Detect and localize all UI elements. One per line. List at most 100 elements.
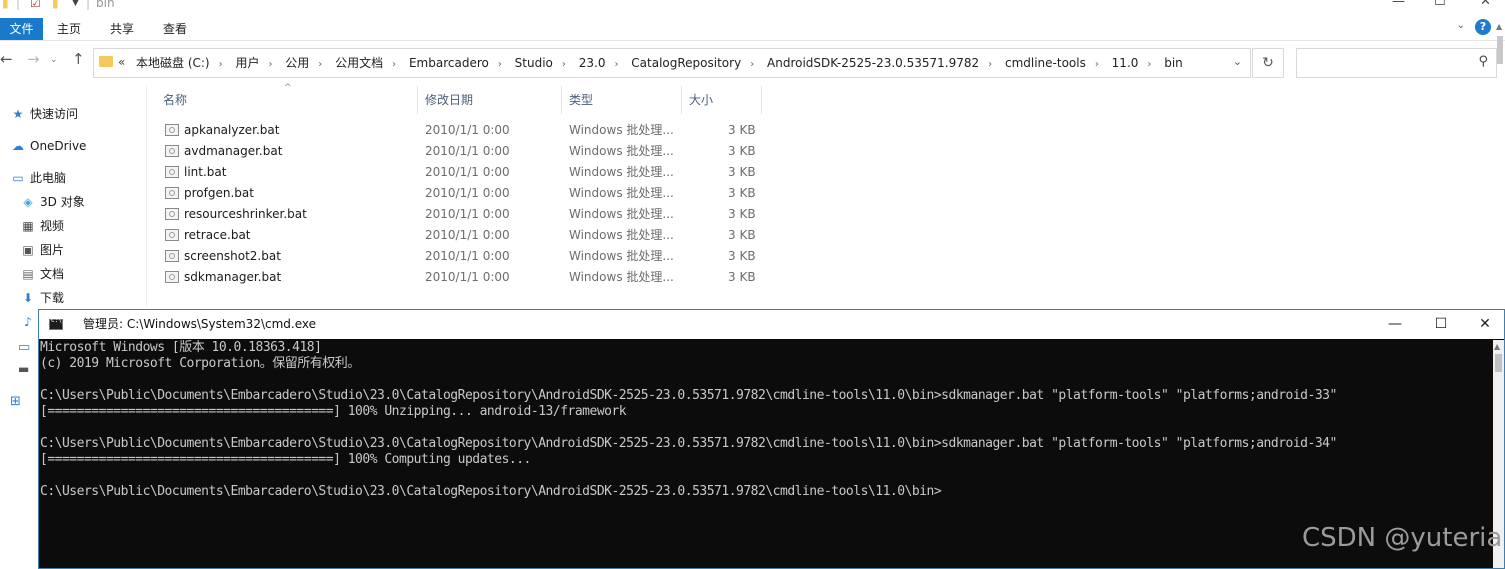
chevron-right-icon[interactable]: › bbox=[219, 59, 223, 70]
file-name: screenshot2.bat bbox=[184, 249, 281, 263]
chevron-right-icon[interactable]: › bbox=[614, 59, 618, 70]
search-input[interactable]: ⚲ bbox=[1296, 48, 1497, 78]
chevron-right-icon[interactable]: › bbox=[268, 59, 272, 70]
recent-locations-icon[interactable]: ⌄ bbox=[50, 55, 58, 65]
close-button[interactable]: ✕ bbox=[1480, 0, 1491, 9]
nav-item-documents[interactable]: ▤ 文档 bbox=[20, 264, 64, 284]
nav-item-downloads[interactable]: ⬇ 下载 bbox=[20, 288, 64, 308]
nav-item-this-pc[interactable]: ▭ 此电脑 bbox=[10, 168, 66, 188]
forward-arrow-icon[interactable]: → bbox=[27, 50, 40, 68]
scroll-thumb[interactable] bbox=[1497, 36, 1503, 64]
cmd-window[interactable]: 管理员: C:\Windows\System32\cmd.exe — ☐ ✕ M… bbox=[38, 309, 1505, 569]
chevron-right-icon[interactable]: › bbox=[498, 59, 502, 70]
tab-home[interactable]: 主页 bbox=[57, 18, 81, 40]
chevron-right-icon[interactable]: › bbox=[750, 59, 754, 70]
tab-file[interactable]: 文件 bbox=[0, 18, 43, 40]
file-size: 3 KB bbox=[728, 186, 756, 200]
ribbon-expand-icon[interactable]: ⌄ bbox=[1457, 20, 1465, 31]
chevron-right-icon[interactable]: › bbox=[1095, 59, 1099, 70]
chevron-right-icon[interactable]: › bbox=[988, 59, 992, 70]
batch-file-icon bbox=[165, 250, 179, 262]
back-arrow-icon[interactable]: ← bbox=[0, 50, 13, 68]
nav-item-onedrive[interactable]: ☁ OneDrive bbox=[10, 136, 86, 156]
breadcrumb-item[interactable]: cmdline-tools bbox=[1005, 56, 1086, 70]
network-icon[interactable]: ⊞ bbox=[10, 394, 21, 409]
breadcrumb-item[interactable]: bin bbox=[1164, 56, 1183, 70]
file-size: 3 KB bbox=[728, 249, 756, 263]
chevron-right-icon[interactable]: › bbox=[562, 59, 566, 70]
desktop-icon[interactable]: ▭ bbox=[18, 340, 30, 355]
breadcrumb-item[interactable]: 公用 bbox=[285, 56, 309, 70]
cmd-minimize-button[interactable]: — bbox=[1372, 310, 1418, 339]
cmd-title-bar[interactable]: 管理员: C:\Windows\System32\cmd.exe — ☐ ✕ bbox=[39, 310, 1504, 339]
list-item[interactable]: screenshot2.bat 2010/1/1 0:00 Windows 批处… bbox=[156, 246, 766, 267]
file-date: 2010/1/1 0:00 bbox=[425, 270, 510, 284]
new-folder-icon[interactable]: ▮ bbox=[52, 0, 59, 10]
batch-file-icon bbox=[165, 187, 179, 199]
file-date: 2010/1/1 0:00 bbox=[425, 228, 510, 242]
customize-quick-access-icon[interactable]: ▼ bbox=[72, 0, 79, 10]
breadcrumb-item[interactable]: 用户 bbox=[235, 56, 259, 70]
terminal-icon bbox=[49, 317, 63, 330]
refresh-icon[interactable]: ↻ bbox=[1252, 48, 1284, 78]
up-arrow-icon[interactable]: ↑ bbox=[72, 50, 85, 68]
address-dropdown-icon[interactable]: ⌄ bbox=[1233, 55, 1242, 68]
nav-item-3d-objects[interactable]: ◈ 3D 对象 bbox=[20, 192, 84, 212]
cmd-maximize-button[interactable]: ☐ bbox=[1418, 310, 1464, 339]
nav-item-videos[interactable]: ▦ 视频 bbox=[20, 216, 64, 236]
list-item[interactable]: lint.bat 2010/1/1 0:00 Windows 批处理... 3 … bbox=[156, 162, 766, 183]
pane-divider[interactable] bbox=[146, 86, 147, 306]
terminal-output[interactable]: Microsoft Windows [版本 10.0.18363.418] (c… bbox=[39, 340, 1494, 568]
breadcrumb-item[interactable]: Studio bbox=[515, 56, 553, 70]
cmd-close-button[interactable]: ✕ bbox=[1462, 310, 1505, 339]
file-date: 2010/1/1 0:00 bbox=[425, 249, 510, 263]
list-item[interactable]: apkanalyzer.bat 2010/1/1 0:00 Windows 批处… bbox=[156, 120, 766, 141]
breadcrumb-item[interactable]: 11.0 bbox=[1112, 56, 1139, 70]
list-item[interactable]: retrace.bat 2010/1/1 0:00 Windows 批处理...… bbox=[156, 225, 766, 246]
file-name: sdkmanager.bat bbox=[184, 270, 282, 284]
breadcrumb: 本地磁盘 (C:) › 用户 › 公用 › 公用文档 › Embarcadero › St… bbox=[136, 49, 1183, 77]
column-header-type[interactable]: 类型 bbox=[562, 86, 682, 114]
file-date: 2010/1/1 0:00 bbox=[425, 165, 510, 179]
chevron-right-icon[interactable]: › bbox=[1147, 59, 1151, 70]
chevron-right-icon[interactable]: › bbox=[318, 59, 322, 70]
breadcrumb-item[interactable]: CatalogRepository bbox=[631, 56, 741, 70]
help-icon[interactable]: ? bbox=[1475, 19, 1491, 35]
nav-item-music[interactable]: ♪ bbox=[20, 312, 40, 332]
nav-item-quick-access[interactable]: ★ 快速访问 bbox=[10, 104, 78, 124]
column-header-date[interactable]: 修改日期 bbox=[418, 86, 562, 114]
minimize-button[interactable]: — bbox=[1392, 0, 1405, 9]
tab-view[interactable]: 查看 bbox=[163, 18, 187, 40]
file-date: 2010/1/1 0:00 bbox=[425, 186, 510, 200]
address-overflow-icon[interactable]: « bbox=[118, 55, 125, 69]
column-header-size[interactable]: 大小 bbox=[682, 86, 762, 114]
tab-share[interactable]: 共享 bbox=[110, 18, 134, 40]
scroll-up-icon[interactable]: ▲ bbox=[1496, 22, 1502, 31]
nav-item-pictures[interactable]: ▣ 图片 bbox=[20, 240, 64, 260]
maximize-button[interactable]: ☐ bbox=[1434, 0, 1446, 9]
search-icon: ⚲ bbox=[1478, 54, 1488, 69]
batch-file-icon bbox=[165, 145, 179, 157]
column-header-name[interactable]: 名称 bbox=[156, 86, 418, 114]
properties-check-icon[interactable]: ☑ bbox=[30, 0, 41, 10]
drive-icon[interactable]: ▬ bbox=[18, 362, 29, 376]
list-item[interactable]: sdkmanager.bat 2010/1/1 0:00 Windows 批处理… bbox=[156, 267, 766, 288]
breadcrumb-item[interactable]: 本地磁盘 (C:) bbox=[136, 56, 210, 70]
breadcrumb-item[interactable]: Embarcadero bbox=[409, 56, 489, 70]
separator: | bbox=[16, 0, 21, 10]
scroll-thumb[interactable] bbox=[1495, 354, 1502, 372]
breadcrumb-item[interactable]: 公用文档 bbox=[335, 56, 383, 70]
list-item[interactable]: profgen.bat 2010/1/1 0:00 Windows 批处理...… bbox=[156, 183, 766, 204]
file-type: Windows 批处理... bbox=[569, 123, 674, 137]
terminal-line: [=======================================… bbox=[40, 404, 627, 419]
list-item[interactable]: avdmanager.bat 2010/1/1 0:00 Windows 批处理… bbox=[156, 141, 766, 162]
chevron-right-icon[interactable]: › bbox=[392, 59, 396, 70]
list-item[interactable]: resourceshrinker.bat 2010/1/1 0:00 Windo… bbox=[156, 204, 766, 225]
terminal-line: Microsoft Windows [版本 10.0.18363.418] bbox=[40, 340, 322, 355]
file-type: Windows 批处理... bbox=[569, 207, 674, 221]
breadcrumb-item[interactable]: 23.0 bbox=[579, 56, 606, 70]
explorer-scrollbar[interactable]: ▲ bbox=[1495, 22, 1505, 122]
breadcrumb-item[interactable]: AndroidSDK-2525-23.0.53571.9782 bbox=[767, 56, 979, 70]
scroll-up-icon[interactable]: ▲ bbox=[1494, 342, 1500, 351]
address-bar[interactable]: « 本地磁盘 (C:) › 用户 › 公用 › 公用文档 › Embarcadero › … bbox=[93, 48, 1251, 78]
